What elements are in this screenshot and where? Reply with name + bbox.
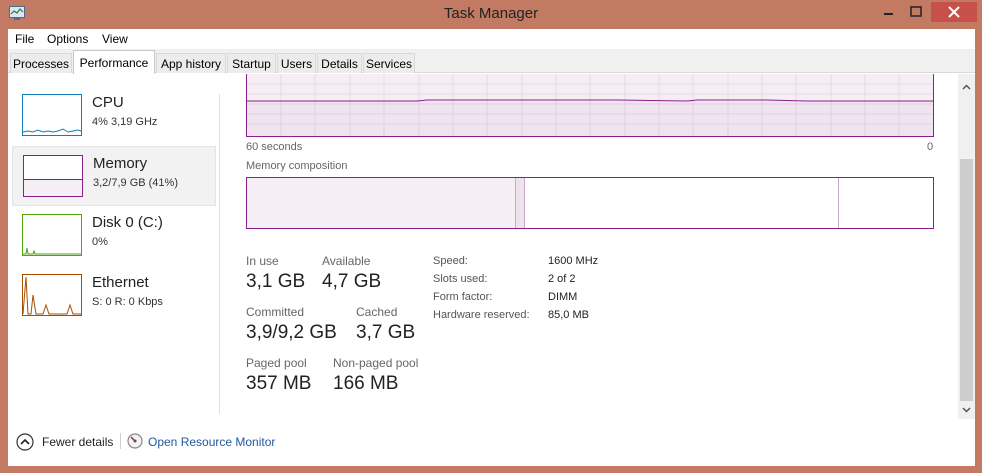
close-icon xyxy=(948,6,960,18)
cached-value: 3,7 GB xyxy=(356,322,416,343)
graph-zero-label: 0 xyxy=(927,141,934,153)
memory-usage-graph xyxy=(246,74,934,137)
menu-file[interactable]: File xyxy=(15,32,34,46)
paged-pool-label: Paged pool xyxy=(246,356,307,370)
non-paged-pool-value: 166 MB xyxy=(333,373,399,394)
in-use-label: In use xyxy=(246,254,279,268)
tab-performance[interactable]: Performance xyxy=(73,50,155,74)
composition-modified[interactable] xyxy=(515,178,525,228)
menu-options[interactable]: Options xyxy=(47,32,88,46)
sidebar-item-memory[interactable]: Memory 3,2/7,9 GB (41%) xyxy=(12,146,216,206)
scroll-thumb[interactable] xyxy=(960,159,973,401)
cpu-summary: 4% 3,19 GHz xyxy=(92,116,158,128)
chevron-up-icon xyxy=(962,83,971,90)
slots-used-value: 2 of 2 xyxy=(548,273,576,285)
committed-label: Committed xyxy=(246,305,305,319)
sidebar-divider xyxy=(219,94,220,414)
resource-monitor-icon-wrap[interactable] xyxy=(126,432,144,450)
graph-time-label: 60 seconds xyxy=(246,141,303,153)
footer-divider xyxy=(120,433,121,449)
tab-startup[interactable]: Startup xyxy=(227,53,276,73)
tab-details[interactable]: Details xyxy=(317,53,362,73)
in-use-value: 3,1 GB xyxy=(246,271,306,292)
footer-bar: Fewer details Open Resource Monitor xyxy=(8,419,975,466)
tab-processes[interactable]: Processes xyxy=(10,53,72,73)
window-title: Task Manager xyxy=(443,5,539,22)
chevron-up-circle-icon xyxy=(16,433,34,451)
disk-thumbnail-graph xyxy=(22,214,82,256)
hardware-reserved-label: Hardware reserved: xyxy=(433,309,530,321)
open-resource-monitor-link[interactable]: Open Resource Monitor xyxy=(148,435,275,449)
cpu-title: CPU xyxy=(92,94,124,111)
ethernet-summary: S: 0 R: 0 Kbps xyxy=(92,296,163,308)
available-value: 4,7 GB xyxy=(322,271,382,292)
cpu-thumbnail-graph xyxy=(22,94,82,136)
client-area: File Options View Processes Performance … xyxy=(8,29,975,466)
speed-label: Speed: xyxy=(433,255,468,267)
memory-thumbnail-graph xyxy=(23,155,83,197)
resource-monitor-icon xyxy=(127,433,143,449)
tab-services[interactable]: Services xyxy=(363,53,415,73)
vertical-scrollbar[interactable] xyxy=(958,74,975,419)
fewer-details-button[interactable] xyxy=(15,432,35,452)
composition-label: Memory composition xyxy=(246,160,348,172)
form-factor-label: Form factor: xyxy=(433,291,493,303)
performance-panel: CPU 4% 3,19 GHz Memory 3,2/7,9 GB (41%) … xyxy=(8,74,975,466)
title-bar[interactable]: Task Manager xyxy=(0,0,982,28)
minimize-button[interactable] xyxy=(876,2,902,22)
tab-app-history[interactable]: App history xyxy=(156,53,226,73)
sidebar-item-cpu[interactable]: CPU 4% 3,19 GHz xyxy=(12,86,216,146)
paged-pool-value: 357 MB xyxy=(246,373,312,394)
scroll-down-button[interactable] xyxy=(958,401,975,418)
disk-summary: 0% xyxy=(92,236,108,248)
ethernet-thumbnail-graph xyxy=(22,274,82,316)
non-paged-pool-label: Non-paged pool xyxy=(333,356,419,370)
chevron-down-icon xyxy=(962,406,971,413)
slots-used-label: Slots used: xyxy=(433,273,488,285)
sidebar-item-disk[interactable]: Disk 0 (C:) 0% xyxy=(12,206,216,266)
memory-summary: 3,2/7,9 GB (41%) xyxy=(93,177,178,189)
task-manager-window: Task Manager File Options View Processes… xyxy=(0,0,982,473)
hardware-reserved-value: 85,0 MB xyxy=(548,309,589,321)
scroll-up-button[interactable] xyxy=(958,78,975,95)
cached-label: Cached xyxy=(356,305,398,319)
committed-value: 3,9/9,2 GB xyxy=(246,322,337,343)
menu-view[interactable]: View xyxy=(102,32,128,46)
memory-title: Memory xyxy=(93,155,148,172)
sidebar-item-ethernet[interactable]: Ethernet S: 0 R: 0 Kbps xyxy=(12,266,216,326)
composition-standby-divider xyxy=(838,178,839,228)
speed-value: 1600 MHz xyxy=(548,255,599,267)
composition-in-use[interactable] xyxy=(247,178,515,228)
form-factor-value: DIMM xyxy=(548,291,578,303)
maximize-icon xyxy=(910,6,922,17)
close-button[interactable] xyxy=(931,2,977,22)
minimize-icon xyxy=(884,13,893,15)
memory-composition-bar xyxy=(246,177,934,229)
fewer-details-label[interactable]: Fewer details xyxy=(42,435,113,449)
menu-bar: File Options View xyxy=(8,29,975,49)
maximize-button[interactable] xyxy=(903,2,929,22)
disk-title: Disk 0 (C:) xyxy=(92,214,163,231)
ethernet-title: Ethernet xyxy=(92,274,149,291)
available-label: Available xyxy=(322,254,371,268)
tab-bar: Processes Performance App history Startu… xyxy=(8,49,975,74)
tab-users[interactable]: Users xyxy=(277,53,316,73)
